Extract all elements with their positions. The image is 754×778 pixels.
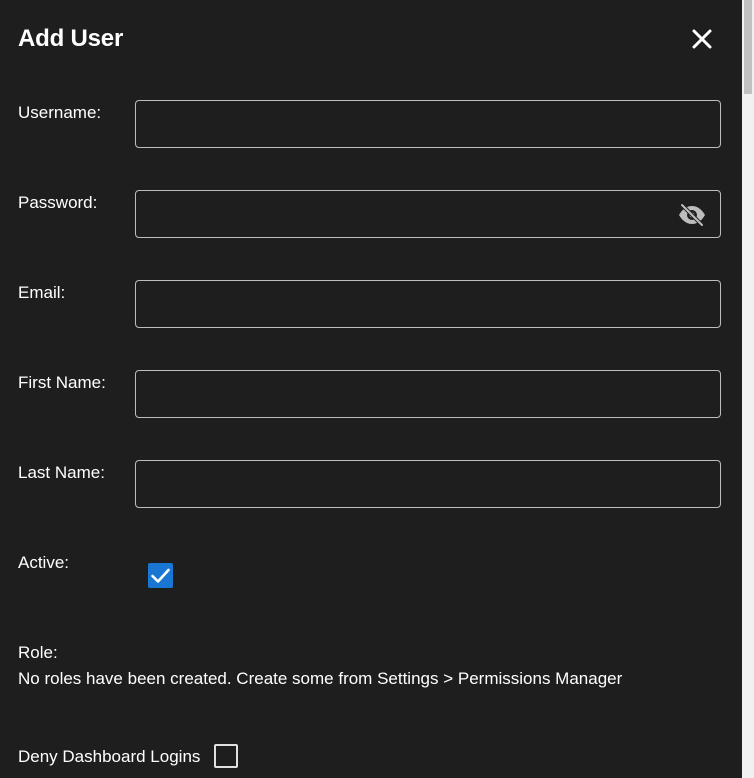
- email-label: Email:: [18, 283, 66, 302]
- close-button[interactable]: [688, 25, 716, 53]
- first-name-label: First Name:: [18, 373, 106, 392]
- email-input[interactable]: [136, 281, 720, 327]
- password-input[interactable]: [136, 191, 720, 237]
- deny-dashboard-label: Deny Dashboard Logins: [18, 747, 201, 766]
- username-input[interactable]: [136, 101, 720, 147]
- eye-off-icon: [679, 203, 705, 227]
- last-name-input[interactable]: [136, 461, 720, 507]
- username-field-container: [135, 100, 721, 148]
- password-label: Password:: [18, 193, 98, 212]
- dialog-title: Add User: [18, 25, 124, 52]
- first-name-input[interactable]: [136, 371, 720, 417]
- last-name-field-container: [135, 460, 721, 508]
- scrollbar-thumb[interactable]: [744, 0, 752, 94]
- close-icon: [692, 29, 712, 49]
- role-empty-message: No roles have been created. Create some …: [18, 669, 623, 688]
- first-name-field-container: [135, 370, 721, 418]
- password-field-container: [135, 190, 721, 238]
- active-checkbox[interactable]: [148, 563, 173, 588]
- active-label: Active:: [18, 553, 70, 572]
- username-label: Username:: [18, 103, 102, 122]
- role-label: Role:: [18, 643, 58, 662]
- deny-dashboard-checkbox[interactable]: [214, 744, 238, 768]
- checkmark-icon: [151, 568, 170, 583]
- email-field-container: [135, 280, 721, 328]
- scrollbar-track[interactable]: [742, 0, 754, 778]
- toggle-password-visibility-button[interactable]: [677, 203, 707, 227]
- add-user-dialog: Add User Username: Password: Email: Firs…: [0, 0, 742, 778]
- last-name-label: Last Name:: [18, 463, 105, 482]
